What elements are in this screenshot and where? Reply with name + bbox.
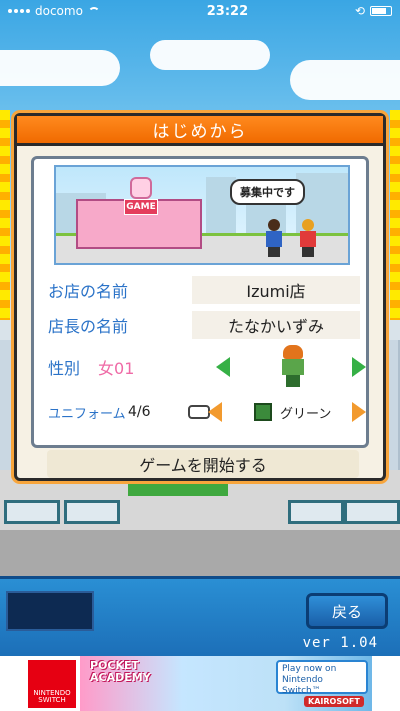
play-now-badge: Play now on Nintendo Switch™ [276,660,368,696]
status-left: docomo [8,4,100,18]
ad-banner[interactable]: NINTENDO SWITCH POCKET ACADEMY Play now … [0,656,400,711]
shop-name-label: お店の名前 [48,282,129,301]
uniform-row: ユニフォーム 4/6 グリーン [48,399,366,425]
game-logo-line-2: ACADEMY [90,670,151,684]
bottom-panel: 戻る ver 1.04 [0,576,400,656]
manager-name-row: 店長の名前 たなかいずみ [48,310,360,340]
game-store-building: GAME [76,177,202,249]
game-logo: POCKET ACADEMY [90,660,151,683]
railing [4,500,60,524]
gender-row: 性別 女01 [48,345,366,389]
publisher-label: KAIROSOFT [304,696,364,707]
gender-label: 性別 [48,359,81,378]
status-right: ⟲ [355,4,392,18]
railing [64,500,120,524]
railing [344,500,400,524]
manager-avatar [282,345,304,389]
nintendo-switch-logo: NINTENDO SWITCH [28,660,76,708]
status-bar: docomo 23:22 ⟲ [0,0,400,22]
gender-value: 女01 [98,359,135,378]
uniform-prev-arrow-icon[interactable] [208,402,222,422]
signal-icon [8,9,30,13]
dialog-title: はじめから [17,116,383,146]
back-button[interactable]: 戻る [306,593,388,629]
manager-name-field[interactable]: たなかいずみ [192,311,360,339]
uniform-name: グリーン [280,406,332,422]
nintendo-line-2: SWITCH [38,696,66,705]
new-game-dialog: はじめから GAME 募集中です お店の名前 Izumi店 店長の名前 たなかい… [14,113,386,481]
speech-bubble: 募集中です [230,179,305,205]
store-sign: GAME [124,199,158,215]
manager-name-label: 店長の名前 [48,317,129,336]
info-box [6,591,94,631]
start-game-button[interactable]: ゲームを開始する [47,450,359,478]
gender-prev-arrow-icon[interactable] [216,357,230,377]
carrier-label: docomo [35,4,83,18]
uniform-next-arrow-icon[interactable] [352,402,366,422]
gender-next-arrow-icon[interactable] [352,357,366,377]
staff-character-icon [266,219,282,257]
wifi-icon [87,6,100,16]
bunny-mascot-icon [130,177,152,199]
version-label: ver 1.04 [302,635,378,651]
marquee-lights-left [0,110,10,320]
pointing-hand-icon [188,405,210,419]
street [0,530,400,580]
marquee-lights-right [390,110,400,320]
uniform-label: ユニフォーム [48,406,126,422]
orientation-lock-icon: ⟲ [354,4,365,18]
battery-icon [369,6,392,16]
railing [288,500,344,524]
applicant-character-icon [300,219,316,257]
settings-panel: GAME 募集中です お店の名前 Izumi店 店長の名前 たなかいずみ 性別 … [31,156,369,448]
store-preview-scene: GAME 募集中です [54,165,350,265]
uniform-count: 4/6 [128,404,151,420]
shop-name-field[interactable]: Izumi店 [192,276,360,304]
game-logo-line-1: POCKET [90,659,140,672]
shop-name-row: お店の名前 Izumi店 [48,275,360,305]
entrance-mat [128,482,228,496]
uniform-shirt-icon [254,403,272,421]
status-time: 23:22 [206,3,249,19]
